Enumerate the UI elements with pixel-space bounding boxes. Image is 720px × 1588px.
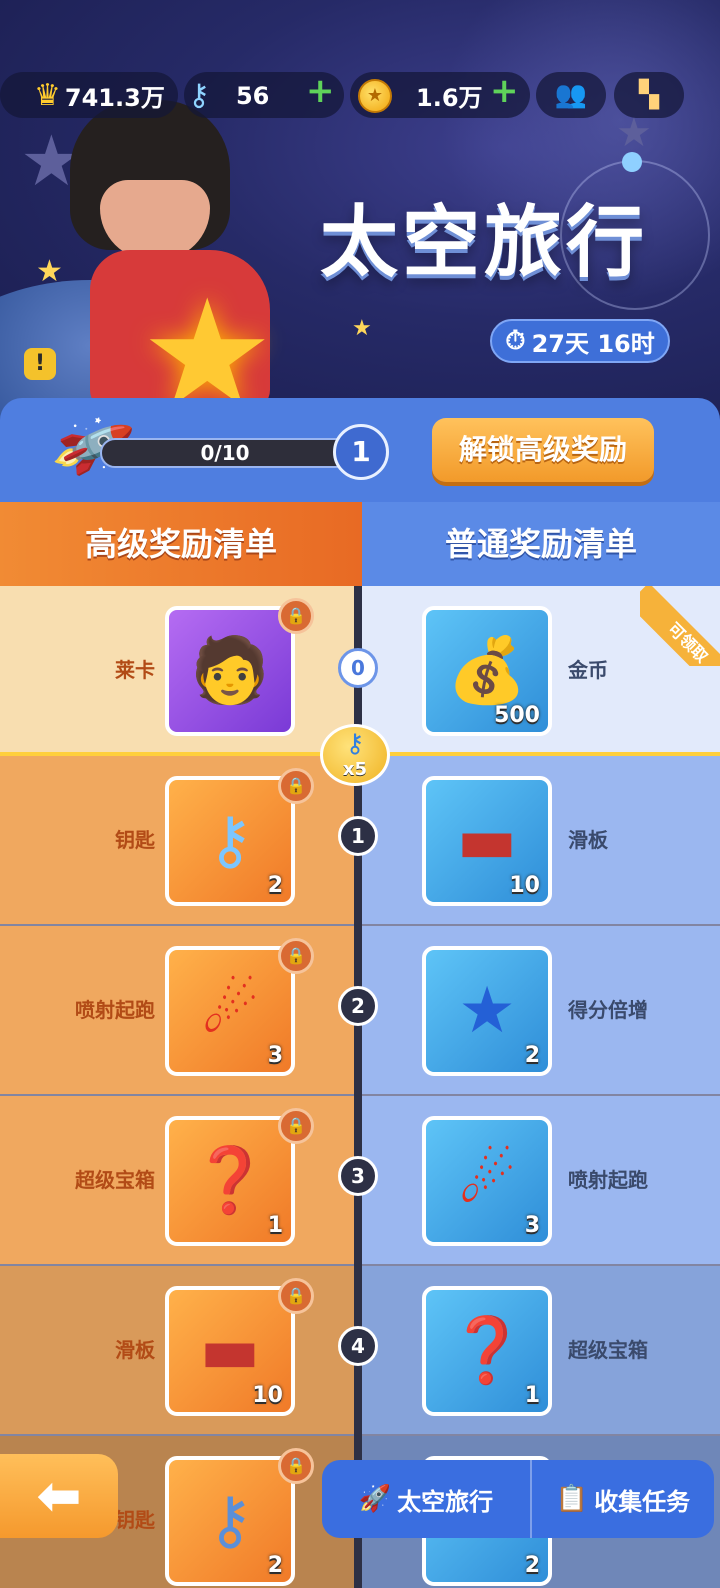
character-avatar-icon: 🧑 xyxy=(190,634,270,708)
coins-value: 1.6万 xyxy=(416,84,483,112)
apps-grid-icon: ▚ xyxy=(639,80,659,110)
premium-reward-card[interactable]: 🧑 xyxy=(165,606,295,736)
normal-reward-card[interactable]: ★ 2 xyxy=(422,946,552,1076)
normal-reward-card[interactable]: 💰 500 xyxy=(422,606,552,736)
claimable-ribbon[interactable]: 可领取 xyxy=(640,586,720,666)
tab-collect-tasks-label: 收集任务 xyxy=(594,1487,691,1516)
lock-icon: 🔒 xyxy=(278,1278,314,1314)
reward-quantity: 500 xyxy=(494,703,540,728)
crown-resource: ♛ 741.3万 xyxy=(34,78,165,113)
progress-text: 0/10 xyxy=(200,441,250,465)
reward-quantity: 2 xyxy=(267,1553,283,1578)
lock-icon: 🔒 xyxy=(278,1448,314,1484)
reward-quantity: 2 xyxy=(524,1043,540,1068)
normal-rewards-header: 普通奖励清单 xyxy=(362,502,720,586)
keys-value: 56 xyxy=(235,81,270,110)
menu-button[interactable]: ▚ xyxy=(614,72,684,118)
normal-reward-name: 滑板 xyxy=(568,828,608,852)
normal-reward-card[interactable]: ☄ 3 xyxy=(422,1116,552,1246)
star-icon: ★ xyxy=(36,254,63,289)
key-icon: ⚷ xyxy=(345,729,365,759)
add-coins-button[interactable]: + xyxy=(490,71,519,111)
normal-reward-card[interactable]: ❓ 1 xyxy=(422,1286,552,1416)
coin-icon: ★ xyxy=(358,78,392,113)
friends-icon: 👥 xyxy=(554,80,588,110)
back-button[interactable]: ⬅ xyxy=(0,1454,118,1538)
reward-quantity: 3 xyxy=(524,1213,540,1238)
tier-marker: 2 xyxy=(338,986,378,1026)
key-cost-badge: ⚷ x5 xyxy=(320,724,390,786)
unlock-premium-button[interactable]: 解锁高级奖励 xyxy=(432,418,654,482)
lock-icon: 🔒 xyxy=(278,938,314,974)
premium-reward-name: 喷射起跑 xyxy=(75,998,155,1022)
reward-quantity: 10 xyxy=(509,873,540,898)
star-icon: ★ xyxy=(352,316,372,341)
reward-quantity: 1 xyxy=(267,1213,283,1238)
lock-icon: 🔒 xyxy=(278,768,314,804)
tier-marker: 3 xyxy=(338,1156,378,1196)
event-title: 太空旅行 xyxy=(320,198,649,288)
premium-reward-name: 超级宝箱 xyxy=(75,1168,155,1192)
premium-reward-name: 钥匙 xyxy=(115,828,155,852)
keys-resource: ⚷ 56 xyxy=(188,78,269,113)
normal-reward-name: 喷射起跑 xyxy=(568,1168,648,1192)
reward-quantity: 2 xyxy=(524,1553,540,1578)
crown-icon: ♛ xyxy=(34,78,61,113)
key-cost-text: x5 xyxy=(342,759,368,780)
reward-quantity: 10 xyxy=(252,1383,283,1408)
premium-rewards-header: 高级奖励清单 xyxy=(0,502,362,586)
character-laika: ★ xyxy=(70,70,300,420)
premium-reward-card[interactable]: ⚷ 2 xyxy=(165,776,295,906)
normal-reward-name: 超级宝箱 xyxy=(568,1338,648,1362)
tab-space-travel-label: 太空旅行 xyxy=(397,1487,494,1516)
premium-reward-card[interactable]: ▬ 10 xyxy=(165,1286,295,1416)
info-button[interactable]: ! xyxy=(24,348,56,380)
premium-reward-card[interactable]: ⚷ 2 xyxy=(165,1456,295,1586)
resource-bar: ♛ 741.3万 ⚷ 56 + ★ 1.6万 + 👥 ▚ xyxy=(0,71,720,118)
bottom-nav: 🚀 太空旅行 📋 收集任务 xyxy=(322,1460,714,1538)
friends-button[interactable]: 👥 xyxy=(536,72,606,118)
key-icon: ⚷ xyxy=(188,78,210,113)
event-banner: ★ ★ ★ ★ ★ 太空旅行 ! ⏱ 27天 16时 xyxy=(0,0,720,420)
premium-reward-name: 莱卡 xyxy=(115,658,155,682)
normal-reward-card[interactable]: ▬ 10 xyxy=(422,776,552,906)
tab-collect-tasks[interactable]: 📋 收集任务 xyxy=(532,1460,714,1538)
premium-reward-card[interactable]: ☄ 3 xyxy=(165,946,295,1076)
coins-resource: ★ 1.6万 xyxy=(358,78,483,113)
level-indicator: 1 xyxy=(333,424,389,480)
normal-reward-name: 得分倍增 xyxy=(568,998,648,1022)
event-timer: ⏱ 27天 16时 xyxy=(490,319,670,363)
tier-marker: 0 xyxy=(338,648,378,688)
crown-value: 741.3万 xyxy=(64,84,165,112)
timer-text: 27天 16时 xyxy=(531,329,655,358)
lock-icon: 🔒 xyxy=(278,1108,314,1144)
lock-icon: 🔒 xyxy=(278,598,314,634)
premium-reward-name: 滑板 xyxy=(115,1338,155,1362)
claimable-label: 可领取 xyxy=(640,586,720,666)
arrow-left-icon: ⬅ xyxy=(36,1464,82,1527)
rocket-icon: 🚀 xyxy=(358,1484,392,1514)
reward-quantity: 3 xyxy=(267,1043,283,1068)
tier-marker: 1 xyxy=(338,816,378,856)
stopwatch-icon: ⏱ xyxy=(505,325,526,356)
add-keys-button[interactable]: + xyxy=(306,71,335,111)
reward-quantity: 1 xyxy=(524,1383,540,1408)
reward-quantity: 2 xyxy=(267,873,283,898)
task-list-icon: 📋 xyxy=(555,1484,589,1514)
tab-space-travel[interactable]: 🚀 太空旅行 xyxy=(322,1460,532,1538)
premium-reward-card[interactable]: ❓ 1 xyxy=(165,1116,295,1246)
tier-marker: 4 xyxy=(338,1326,378,1366)
orbit-dot xyxy=(622,152,642,172)
